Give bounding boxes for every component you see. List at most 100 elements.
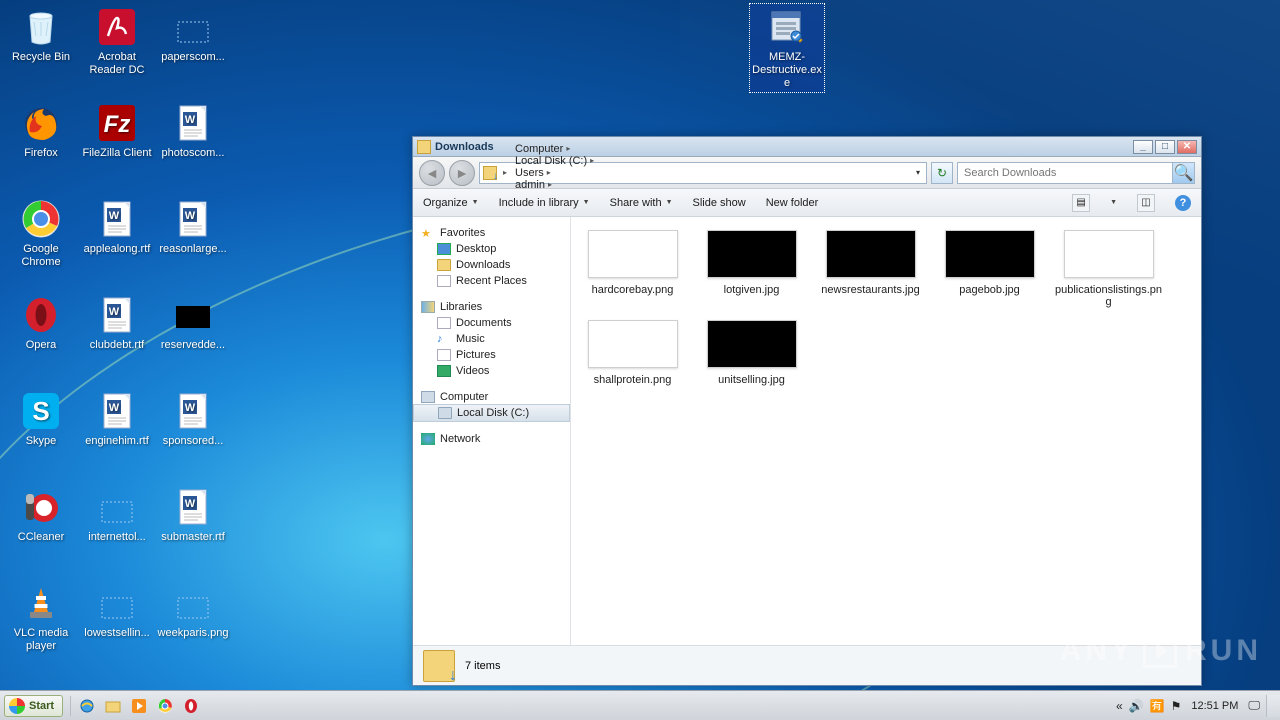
svg-text:W: W	[109, 402, 120, 414]
taskbar-explorer-icon[interactable]	[102, 695, 124, 717]
file-name-label: pagebob.jpg	[959, 284, 1020, 296]
desktop-icon-sponsored[interactable]: Wsponsored...	[156, 388, 230, 450]
desktop-icon-google-chrome[interactable]: Google Chrome	[4, 196, 78, 271]
desktop-icon-acrobat-reader-dc[interactable]: Acrobat Reader DC	[80, 4, 154, 79]
breadcrumb-local-disk-c[interactable]: Local Disk (C:)▸	[511, 155, 598, 167]
refresh-button[interactable]: ↻	[931, 162, 953, 184]
desktop-icon-memz-destructive-exe[interactable]: MEMZ-Destructive.exe	[750, 4, 824, 92]
new-folder-button[interactable]: New folder	[766, 197, 819, 209]
desktop-icon-reasonlarge[interactable]: Wreasonlarge...	[156, 196, 230, 258]
address-bar[interactable]: ▸ Computer▸Local Disk (C:)▸Users▸admin▸D…	[479, 162, 927, 184]
icon-label: sponsored...	[163, 435, 224, 448]
file-name-label: publicationslistings.png	[1054, 284, 1164, 308]
history-dropdown[interactable]: ▾	[910, 168, 926, 177]
status-text: 7 items	[465, 660, 500, 672]
organize-menu[interactable]: Organize▼	[423, 197, 479, 209]
show-desktop-button[interactable]	[1266, 695, 1280, 717]
tray-network-icon[interactable]: 🈶	[1150, 699, 1165, 713]
tray-expand-icon[interactable]: «	[1116, 699, 1123, 713]
view-mode-dropdown[interactable]: ▼	[1110, 199, 1117, 206]
search-input[interactable]	[958, 167, 1172, 179]
file-pagebob-jpg[interactable]: pagebob.jpg	[932, 227, 1047, 311]
desktop-icon-opera[interactable]: Opera	[4, 292, 78, 354]
nav-recent-places[interactable]: Recent Places	[413, 273, 570, 289]
taskbar-media-icon[interactable]	[128, 695, 150, 717]
favorites-header[interactable]: ★Favorites	[413, 225, 570, 241]
nav-videos[interactable]: Videos	[413, 363, 570, 379]
network-header[interactable]: Network	[413, 431, 570, 447]
tray-flag-icon[interactable]: ⚑	[1171, 699, 1182, 713]
nav-pictures[interactable]: Pictures	[413, 347, 570, 363]
svg-text:W: W	[185, 498, 196, 510]
desktop-icon-recycle-bin[interactable]: Recycle Bin	[4, 4, 78, 66]
share-with-menu[interactable]: Share with▼	[610, 197, 673, 209]
search-button[interactable]: 🔍	[1172, 163, 1194, 183]
desktop-icon-vlc-media-player[interactable]: VLC media player	[4, 580, 78, 655]
file-icon	[96, 486, 138, 528]
exe-icon	[766, 6, 808, 48]
file-shallprotein-png[interactable]: shallprotein.png	[575, 317, 690, 389]
back-button[interactable]: ◄	[419, 160, 445, 186]
desktop-icon-firefox[interactable]: Firefox	[4, 100, 78, 162]
preview-pane-button[interactable]: ◫	[1137, 194, 1155, 212]
nav-documents[interactable]: Documents	[413, 315, 570, 331]
breadcrumb-users[interactable]: Users▸	[511, 167, 598, 179]
taskbar-opera-icon[interactable]	[180, 695, 202, 717]
icon-label: Recycle Bin	[12, 51, 70, 64]
filezilla-icon: Fz	[96, 102, 138, 144]
file-name-label: lotgiven.jpg	[724, 284, 780, 296]
desktop-icon-weekparis-png[interactable]: weekparis.png	[156, 580, 230, 642]
icon-label: Firefox	[24, 147, 58, 160]
start-button[interactable]: Start	[4, 695, 63, 717]
desktop-icon-photoscom[interactable]: Wphotoscom...	[156, 100, 230, 162]
desktop-icon-ccleaner[interactable]: CCleaner	[4, 484, 78, 546]
file-unitselling-jpg[interactable]: unitselling.jpg	[694, 317, 809, 389]
svg-text:W: W	[109, 306, 120, 318]
taskbar-chrome-icon[interactable]	[154, 695, 176, 717]
system-tray: « 🔊 🈶 ⚑ 12:51 PM 🖵	[1110, 698, 1266, 713]
maximize-button[interactable]: □	[1155, 140, 1175, 154]
desktop-icon-submaster-rtf[interactable]: Wsubmaster.rtf	[156, 484, 230, 546]
nav-music[interactable]: ♪Music	[413, 331, 570, 347]
minimize-button[interactable]: _	[1133, 140, 1153, 154]
desktop-icon-paperscom[interactable]: paperscom...	[156, 4, 230, 66]
desktop-icon-clubdebt-rtf[interactable]: Wclubdebt.rtf	[80, 292, 154, 354]
taskbar-ie-icon[interactable]	[76, 695, 98, 717]
forward-button[interactable]: ►	[449, 160, 475, 186]
desktop-icon-reservedde[interactable]: reservedde...	[156, 292, 230, 354]
tray-clock[interactable]: 12:51 PM	[1191, 700, 1238, 712]
file-publicationslistings-png[interactable]: publicationslistings.png	[1051, 227, 1166, 311]
slide-show-button[interactable]: Slide show	[693, 197, 746, 209]
file-lotgiven-jpg[interactable]: lotgiven.jpg	[694, 227, 809, 311]
libraries-header[interactable]: Libraries	[413, 299, 570, 315]
file-hardcorebay-png[interactable]: hardcorebay.png	[575, 227, 690, 311]
computer-header[interactable]: Computer	[413, 389, 570, 405]
desktop-icon-lowestsellin[interactable]: lowestsellin...	[80, 580, 154, 642]
desktop-icon-filezilla-client[interactable]: FzFileZilla Client	[80, 100, 154, 162]
nav-downloads[interactable]: Downloads	[413, 257, 570, 273]
search-box: 🔍	[957, 162, 1195, 184]
desktop-icon-skype[interactable]: SSkype	[4, 388, 78, 450]
folder-icon	[417, 140, 431, 154]
view-mode-button[interactable]: ▤	[1072, 194, 1090, 212]
desktop-icon-applealong-rtf[interactable]: Wapplealong.rtf	[80, 196, 154, 258]
file-newsrestaurants-jpg[interactable]: newsrestaurants.jpg	[813, 227, 928, 311]
help-button[interactable]: ?	[1175, 195, 1191, 211]
nav-local-disk-c[interactable]: Local Disk (C:)	[413, 404, 570, 422]
desktop-icon-internettol[interactable]: internettol...	[80, 484, 154, 546]
word-icon: W	[96, 198, 138, 240]
close-button[interactable]: ✕	[1177, 140, 1197, 154]
breadcrumb-computer[interactable]: Computer▸	[511, 143, 598, 155]
tray-monitor-icon[interactable]: 🖵	[1248, 698, 1260, 713]
desktop[interactable]: Recycle Bin Acrobat Reader DCpaperscom...…	[0, 0, 1280, 720]
file-name-label: shallprotein.png	[594, 374, 672, 386]
tray-volume-icon[interactable]: 🔊	[1129, 699, 1144, 713]
watermark: ANY RUN	[1060, 634, 1262, 668]
icon-label: submaster.rtf	[161, 531, 225, 544]
include-in-library-menu[interactable]: Include in library▼	[499, 197, 590, 209]
nav-desktop[interactable]: Desktop	[413, 241, 570, 257]
file-area[interactable]: hardcorebay.png lotgiven.jpg newsrestauran…	[571, 217, 1201, 645]
icon-label: Acrobat Reader DC	[82, 51, 152, 77]
desktop-icon-enginehim-rtf[interactable]: Wenginehim.rtf	[80, 388, 154, 450]
icon-label: internettol...	[88, 531, 145, 544]
